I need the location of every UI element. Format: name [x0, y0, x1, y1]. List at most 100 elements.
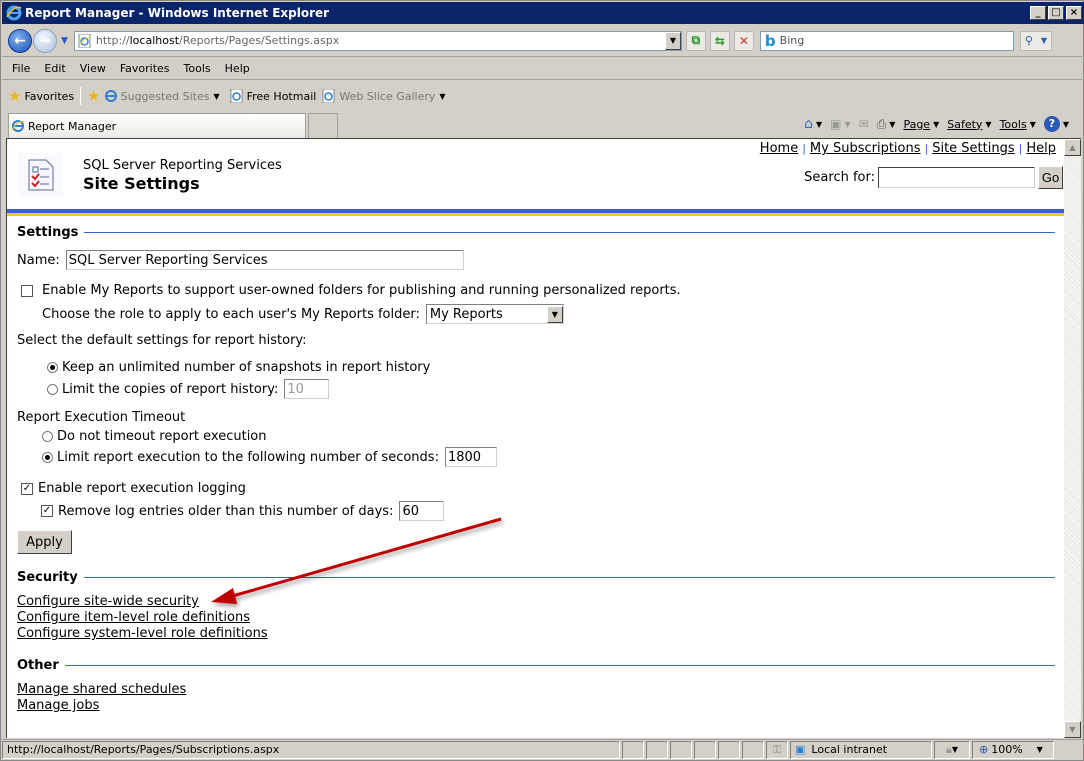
zone-label: Local intranet [811, 743, 888, 756]
address-url: http://localhost/Reports/Pages/Settings.… [95, 34, 340, 47]
privacy-status[interactable]: ⚿ [766, 740, 788, 759]
status-pane [670, 740, 692, 759]
new-tab-button[interactable] [308, 113, 338, 138]
remove-log-checkbox[interactable]: ✓ [41, 505, 53, 517]
free-hotmail-link[interactable]: Free Hotmail [247, 90, 317, 103]
configure-item-roles-link[interactable]: Configure item-level role definitions [17, 610, 250, 625]
menu-edit[interactable]: Edit [44, 62, 65, 75]
logging-label: Enable report execution logging [38, 481, 246, 496]
home-link[interactable]: Home [760, 141, 798, 156]
status-pane [694, 740, 716, 759]
site-settings-icon [19, 153, 63, 197]
close-button[interactable]: × [1066, 6, 1082, 20]
role-dropdown-arrow[interactable]: ▼ [546, 305, 563, 323]
role-select[interactable]: My Reports ▼ [425, 304, 564, 324]
refresh-button[interactable]: ⇆ [709, 30, 730, 51]
remove-log-row: ✓ Remove log entries older than this num… [41, 501, 445, 521]
site-settings-link[interactable]: Site Settings [932, 141, 1014, 156]
stop-button[interactable]: ✕ [733, 30, 754, 51]
hotmail-page-icon [230, 89, 243, 103]
forward-arrow-icon: → [39, 32, 51, 49]
scroll-down-button[interactable]: ▼ [1064, 721, 1081, 738]
protected-mode-button[interactable]: 🔒︎ ▼ [934, 740, 970, 759]
divider [64, 665, 1055, 666]
page-menu[interactable]: Page ▼ [903, 118, 939, 131]
zoom-magnifier-icon: ⊕ [979, 743, 989, 756]
radio-selected-dot [50, 365, 55, 370]
window-title: Report Manager - Windows Internet Explor… [25, 6, 330, 20]
vertical-scrollbar[interactable]: ▲ ▼ [1064, 138, 1081, 738]
address-dropdown[interactable]: ▼ [664, 31, 681, 50]
feeds-button[interactable]: ▣ ▼ [830, 117, 851, 131]
safety-menu[interactable]: Safety ▼ [947, 118, 991, 131]
menu-help[interactable]: Help [225, 62, 250, 75]
web-slice-caret-icon[interactable]: ▼ [439, 92, 445, 101]
recent-pages-dropdown[interactable]: ▼ [61, 36, 68, 46]
global-links: Home | My Subscriptions | Site Settings | Help [760, 141, 1056, 156]
favorites-star-icon: ★ [8, 87, 22, 105]
search-placeholder: Bing [779, 34, 805, 47]
tab-report-manager[interactable]: Report Manager [8, 113, 306, 138]
history-unlimited-radio[interactable] [47, 362, 58, 373]
menu-favorites[interactable]: Favorites [120, 62, 170, 75]
add-favorites-icon[interactable]: ★ [87, 87, 100, 105]
my-reports-checkbox[interactable] [21, 284, 33, 297]
forward-button[interactable]: → [33, 28, 57, 53]
my-subscriptions-link[interactable]: My Subscriptions [810, 141, 921, 156]
print-button[interactable]: ⎙ ▼ [877, 117, 896, 132]
timeout-seconds-input[interactable] [444, 447, 497, 467]
history-limit-radio[interactable] [47, 383, 58, 395]
manage-jobs-link[interactable]: Manage jobs [17, 698, 99, 713]
rss-icon: ▣ [830, 117, 842, 131]
logging-checkbox[interactable]: ✓ [21, 482, 33, 495]
scroll-up-button[interactable]: ▲ [1064, 139, 1081, 156]
zoom-button[interactable]: ⊕ 100% ▼ [972, 740, 1054, 759]
history-limit-input[interactable] [284, 379, 330, 399]
suggested-sites-caret-icon[interactable]: ▼ [213, 92, 219, 101]
compatibility-view-button[interactable]: ⧉ [685, 30, 706, 51]
zoom-level: 100% [991, 743, 1023, 756]
menu-view[interactable]: View [80, 62, 106, 75]
apply-button[interactable]: Apply [17, 530, 72, 554]
divider [84, 232, 1055, 233]
menu-tools[interactable]: Tools [184, 62, 211, 75]
home-button[interactable]: ⌂ ▼ [804, 116, 822, 132]
name-row: Name: [17, 250, 464, 270]
read-mail-button[interactable]: ✉ [859, 117, 869, 131]
search-button[interactable]: ⚲ ▼ [1019, 30, 1052, 51]
favorites-button[interactable]: Favorites [24, 90, 74, 103]
settings-section-heading: Settings [17, 225, 1055, 240]
help-link[interactable]: Help [1026, 141, 1056, 156]
configure-site-security-link[interactable]: Configure site-wide security [17, 594, 199, 609]
back-button[interactable]: ← [8, 28, 32, 53]
site-search-input[interactable] [878, 167, 1035, 188]
suggested-sites-link[interactable]: Suggested Sites [121, 90, 210, 103]
name-input[interactable] [65, 250, 464, 270]
configure-system-roles-link[interactable]: Configure system-level role definitions [17, 626, 268, 641]
tools-menu[interactable]: Tools ▼ [1000, 118, 1036, 131]
role-row: Choose the role to apply to each user's … [42, 304, 564, 324]
timeout-limit-radio[interactable] [42, 451, 53, 463]
menu-file[interactable]: File [12, 62, 30, 75]
help-button[interactable]: ? ▼ [1043, 116, 1069, 132]
go-button[interactable]: Go [1038, 166, 1063, 189]
minimize-button[interactable]: _ [1030, 6, 1046, 20]
manage-schedules-link[interactable]: Manage shared schedules [17, 682, 186, 697]
stop-icon: ✕ [738, 33, 749, 48]
log-days-input[interactable] [399, 501, 445, 521]
site-search: Search for: Go [804, 166, 1063, 189]
timeout-none-radio[interactable] [42, 431, 53, 442]
address-bar[interactable]: http://localhost/Reports/Pages/Settings.… [73, 30, 682, 51]
security-heading-text: Security [17, 570, 78, 585]
page-title: Site Settings [83, 174, 200, 193]
zone-status[interactable]: ▣ Local intranet [790, 740, 932, 759]
web-slice-gallery-link[interactable]: Web Slice Gallery [339, 90, 435, 103]
status-pane [742, 740, 764, 759]
suggested-sites-ie-icon [104, 90, 117, 102]
search-input[interactable]: b Bing [759, 30, 1014, 51]
status-pane [622, 740, 644, 759]
address-toolbar: ← → ▼ http://localhost/Reports/Pages/Set… [2, 25, 1084, 57]
history-unlimited-label: Keep an unlimited number of snapshots in… [62, 360, 431, 375]
maximize-button[interactable]: □ [1048, 6, 1064, 20]
status-bar: http://localhost/Reports/Pages/Subscript… [2, 739, 1084, 759]
